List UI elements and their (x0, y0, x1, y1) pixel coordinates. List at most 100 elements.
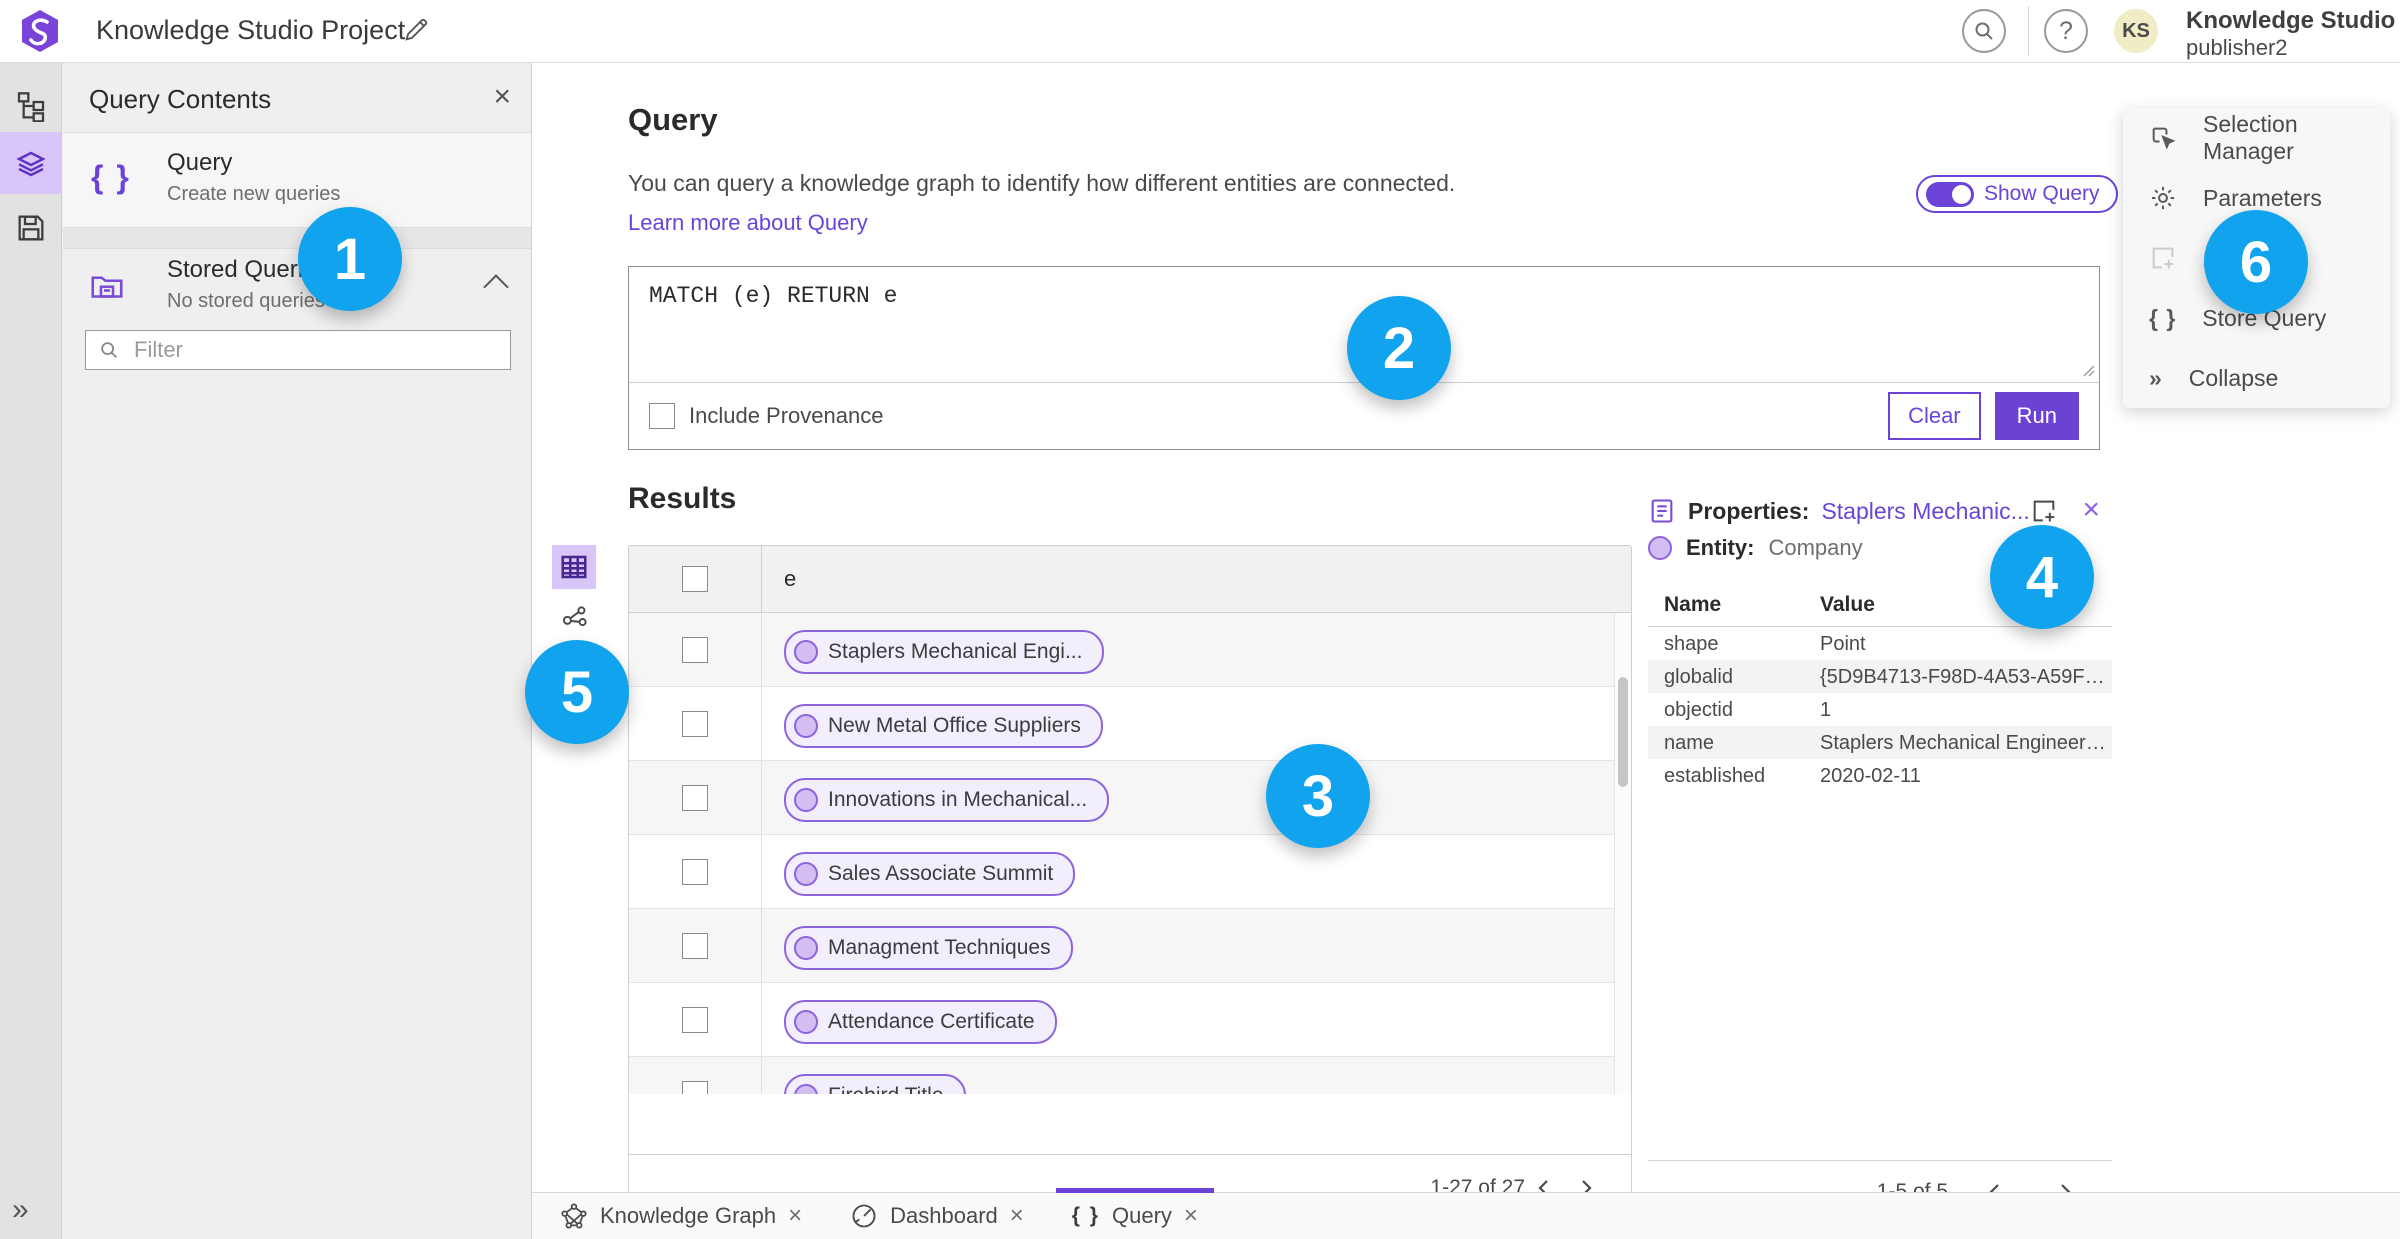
entity-dot-icon (794, 1010, 818, 1034)
properties-entity-link[interactable]: Staplers Mechanic... (1821, 498, 2029, 525)
row-checkbox[interactable] (682, 858, 708, 885)
entity-dot-icon (1648, 536, 1672, 560)
run-button[interactable]: Run (1994, 392, 2079, 440)
column-header-e: e (784, 566, 797, 591)
scrollbar-thumb[interactable] (1618, 677, 1628, 787)
close-panel-icon[interactable]: × (493, 80, 511, 114)
data-model-icon[interactable] (15, 90, 47, 122)
table-row[interactable]: Staplers Mechanical Engi... (629, 613, 1631, 687)
callout-5: 5 (525, 640, 629, 744)
resize-handle-icon[interactable] (2081, 363, 2095, 377)
entity-pill[interactable]: Attendance Certificate (784, 1000, 1057, 1044)
layers-tool-selected[interactable] (0, 132, 62, 194)
select-all-checkbox[interactable] (682, 566, 708, 592)
save-icon[interactable] (15, 212, 47, 244)
results-title: Results (628, 482, 737, 515)
property-row: name Staplers Mechanical Engineering (1648, 726, 2112, 759)
stored-queries-section[interactable]: Stored Queries No stored queries exist (63, 250, 531, 326)
results-table-header: e (629, 546, 1631, 613)
show-query-label: Show Query (1984, 182, 2100, 205)
entity-pill[interactable]: Sales Associate Summit (784, 852, 1076, 896)
main-content: Query You can query a knowledge graph to… (532, 62, 2400, 1222)
row-checkbox[interactable] (682, 784, 708, 811)
link-chart-view-button[interactable] (561, 604, 589, 632)
close-tab-icon[interactable]: × (788, 1204, 802, 1228)
entity-dot-icon (794, 936, 818, 960)
callout-4: 4 (1990, 525, 2094, 629)
entity-dot-icon (794, 714, 818, 738)
properties-label: Properties: (1688, 497, 1810, 524)
expand-rail-icon[interactable]: » (12, 1195, 29, 1225)
close-properties-icon[interactable]: × (2082, 493, 2100, 527)
row-checkbox[interactable] (682, 1080, 708, 1094)
entity-pill[interactable]: Managment Techniques (784, 926, 1073, 970)
entity-dot-icon (794, 862, 818, 886)
collapse-section-icon[interactable] (483, 274, 509, 300)
filter-input[interactable] (132, 336, 498, 364)
entity-label: Entity: (1686, 535, 1755, 560)
query-item-label: Query (167, 149, 233, 176)
tab-knowledge-graph[interactable]: Knowledge Graph × (536, 1193, 826, 1239)
close-tab-icon[interactable]: × (1184, 1204, 1198, 1228)
name-column-header: Name (1664, 593, 1722, 616)
app-logo-icon[interactable] (18, 9, 62, 53)
query-page-title: Query (628, 102, 718, 137)
query-contents-panel: Query Contents × { } Query Create new qu… (63, 62, 532, 1239)
table-row[interactable]: Firebird Title (629, 1057, 1631, 1094)
row-checkbox[interactable] (682, 1006, 708, 1033)
query-contents-header: Query Contents × (63, 62, 531, 133)
add-to-new-icon[interactable] (2030, 497, 2058, 525)
entity-pill[interactable]: Staplers Mechanical Engi... (784, 630, 1105, 674)
entity-pill[interactable]: New Metal Office Suppliers (784, 704, 1103, 748)
table-row[interactable]: Innovations in Mechanical... (629, 761, 1631, 835)
include-provenance-label: Include Provenance (689, 403, 884, 428)
selection-manager-item[interactable]: Selection Manager (2123, 108, 2390, 168)
folder-icon (89, 268, 125, 304)
table-row[interactable]: Attendance Certificate (629, 983, 1631, 1057)
callout-6: 6 (2204, 210, 2308, 314)
properties-doc-icon (1651, 499, 1673, 523)
braces-icon: { } (1071, 1204, 1100, 1227)
learn-more-link[interactable]: Learn more about Query (628, 210, 868, 236)
property-row: established 2020-02-11 (1664, 765, 1921, 787)
selection-manager-icon (2152, 127, 2176, 150)
section-divider (63, 228, 531, 249)
table-row[interactable]: Managment Techniques (629, 909, 1631, 983)
search-button[interactable] (1962, 9, 2006, 53)
row-checkbox[interactable] (682, 636, 708, 663)
user-avatar[interactable]: KS (2114, 9, 2158, 53)
help-button[interactable]: ? (2044, 9, 2088, 53)
row-checkbox[interactable] (682, 932, 708, 959)
show-query-toggle[interactable]: Show Query (1916, 175, 2118, 213)
topbar-divider (2028, 6, 2029, 56)
property-row: objectid 1 (1664, 699, 1832, 721)
entity-dot-icon (794, 788, 818, 812)
table-view-button[interactable] (552, 545, 596, 589)
tab-dashboard[interactable]: Dashboard × (826, 1193, 1048, 1239)
clear-button[interactable]: Clear (1888, 392, 1981, 440)
results-table-body: Staplers Mechanical Engi... New Metal Of… (629, 613, 1631, 1094)
property-row: globalid{5D9B4713-F98D-4A53-A59F-C11... (1648, 660, 2112, 693)
entity-pill[interactable]: Firebird Title (784, 1074, 966, 1094)
table-row[interactable]: New Metal Office Suppliers (629, 687, 1631, 761)
collapse-item[interactable]: » Collapse (2123, 348, 2390, 408)
edit-title-icon[interactable] (402, 16, 430, 44)
gear-icon (2151, 186, 2175, 210)
results-scrollbar[interactable] (1614, 613, 1631, 1094)
entity-type-row: Entity: Company (1648, 535, 1863, 561)
user-name: Knowledge Studio (2186, 7, 2396, 34)
braces-icon: { } (2149, 304, 2177, 331)
row-checkbox[interactable] (682, 710, 708, 737)
tab-query-active[interactable]: { } Query × (1048, 1188, 1222, 1239)
table-row[interactable]: Sales Associate Summit (629, 835, 1631, 909)
close-tab-icon[interactable]: × (1010, 1204, 1024, 1228)
user-menu[interactable]: Knowledge Studio publisher2 (2186, 7, 2395, 60)
toggle-switch-on[interactable] (1926, 181, 1974, 207)
include-provenance-checkbox[interactable] (649, 403, 675, 429)
query-contents-title: Query Contents (89, 84, 272, 114)
query-item-description: Create new queries (167, 183, 341, 205)
filter-field[interactable] (85, 330, 511, 370)
add-to-new-icon (2152, 247, 2174, 269)
sidebar-item-query[interactable]: { } Query Create new queries (63, 133, 531, 228)
entity-pill[interactable]: Innovations in Mechanical... (784, 778, 1110, 822)
